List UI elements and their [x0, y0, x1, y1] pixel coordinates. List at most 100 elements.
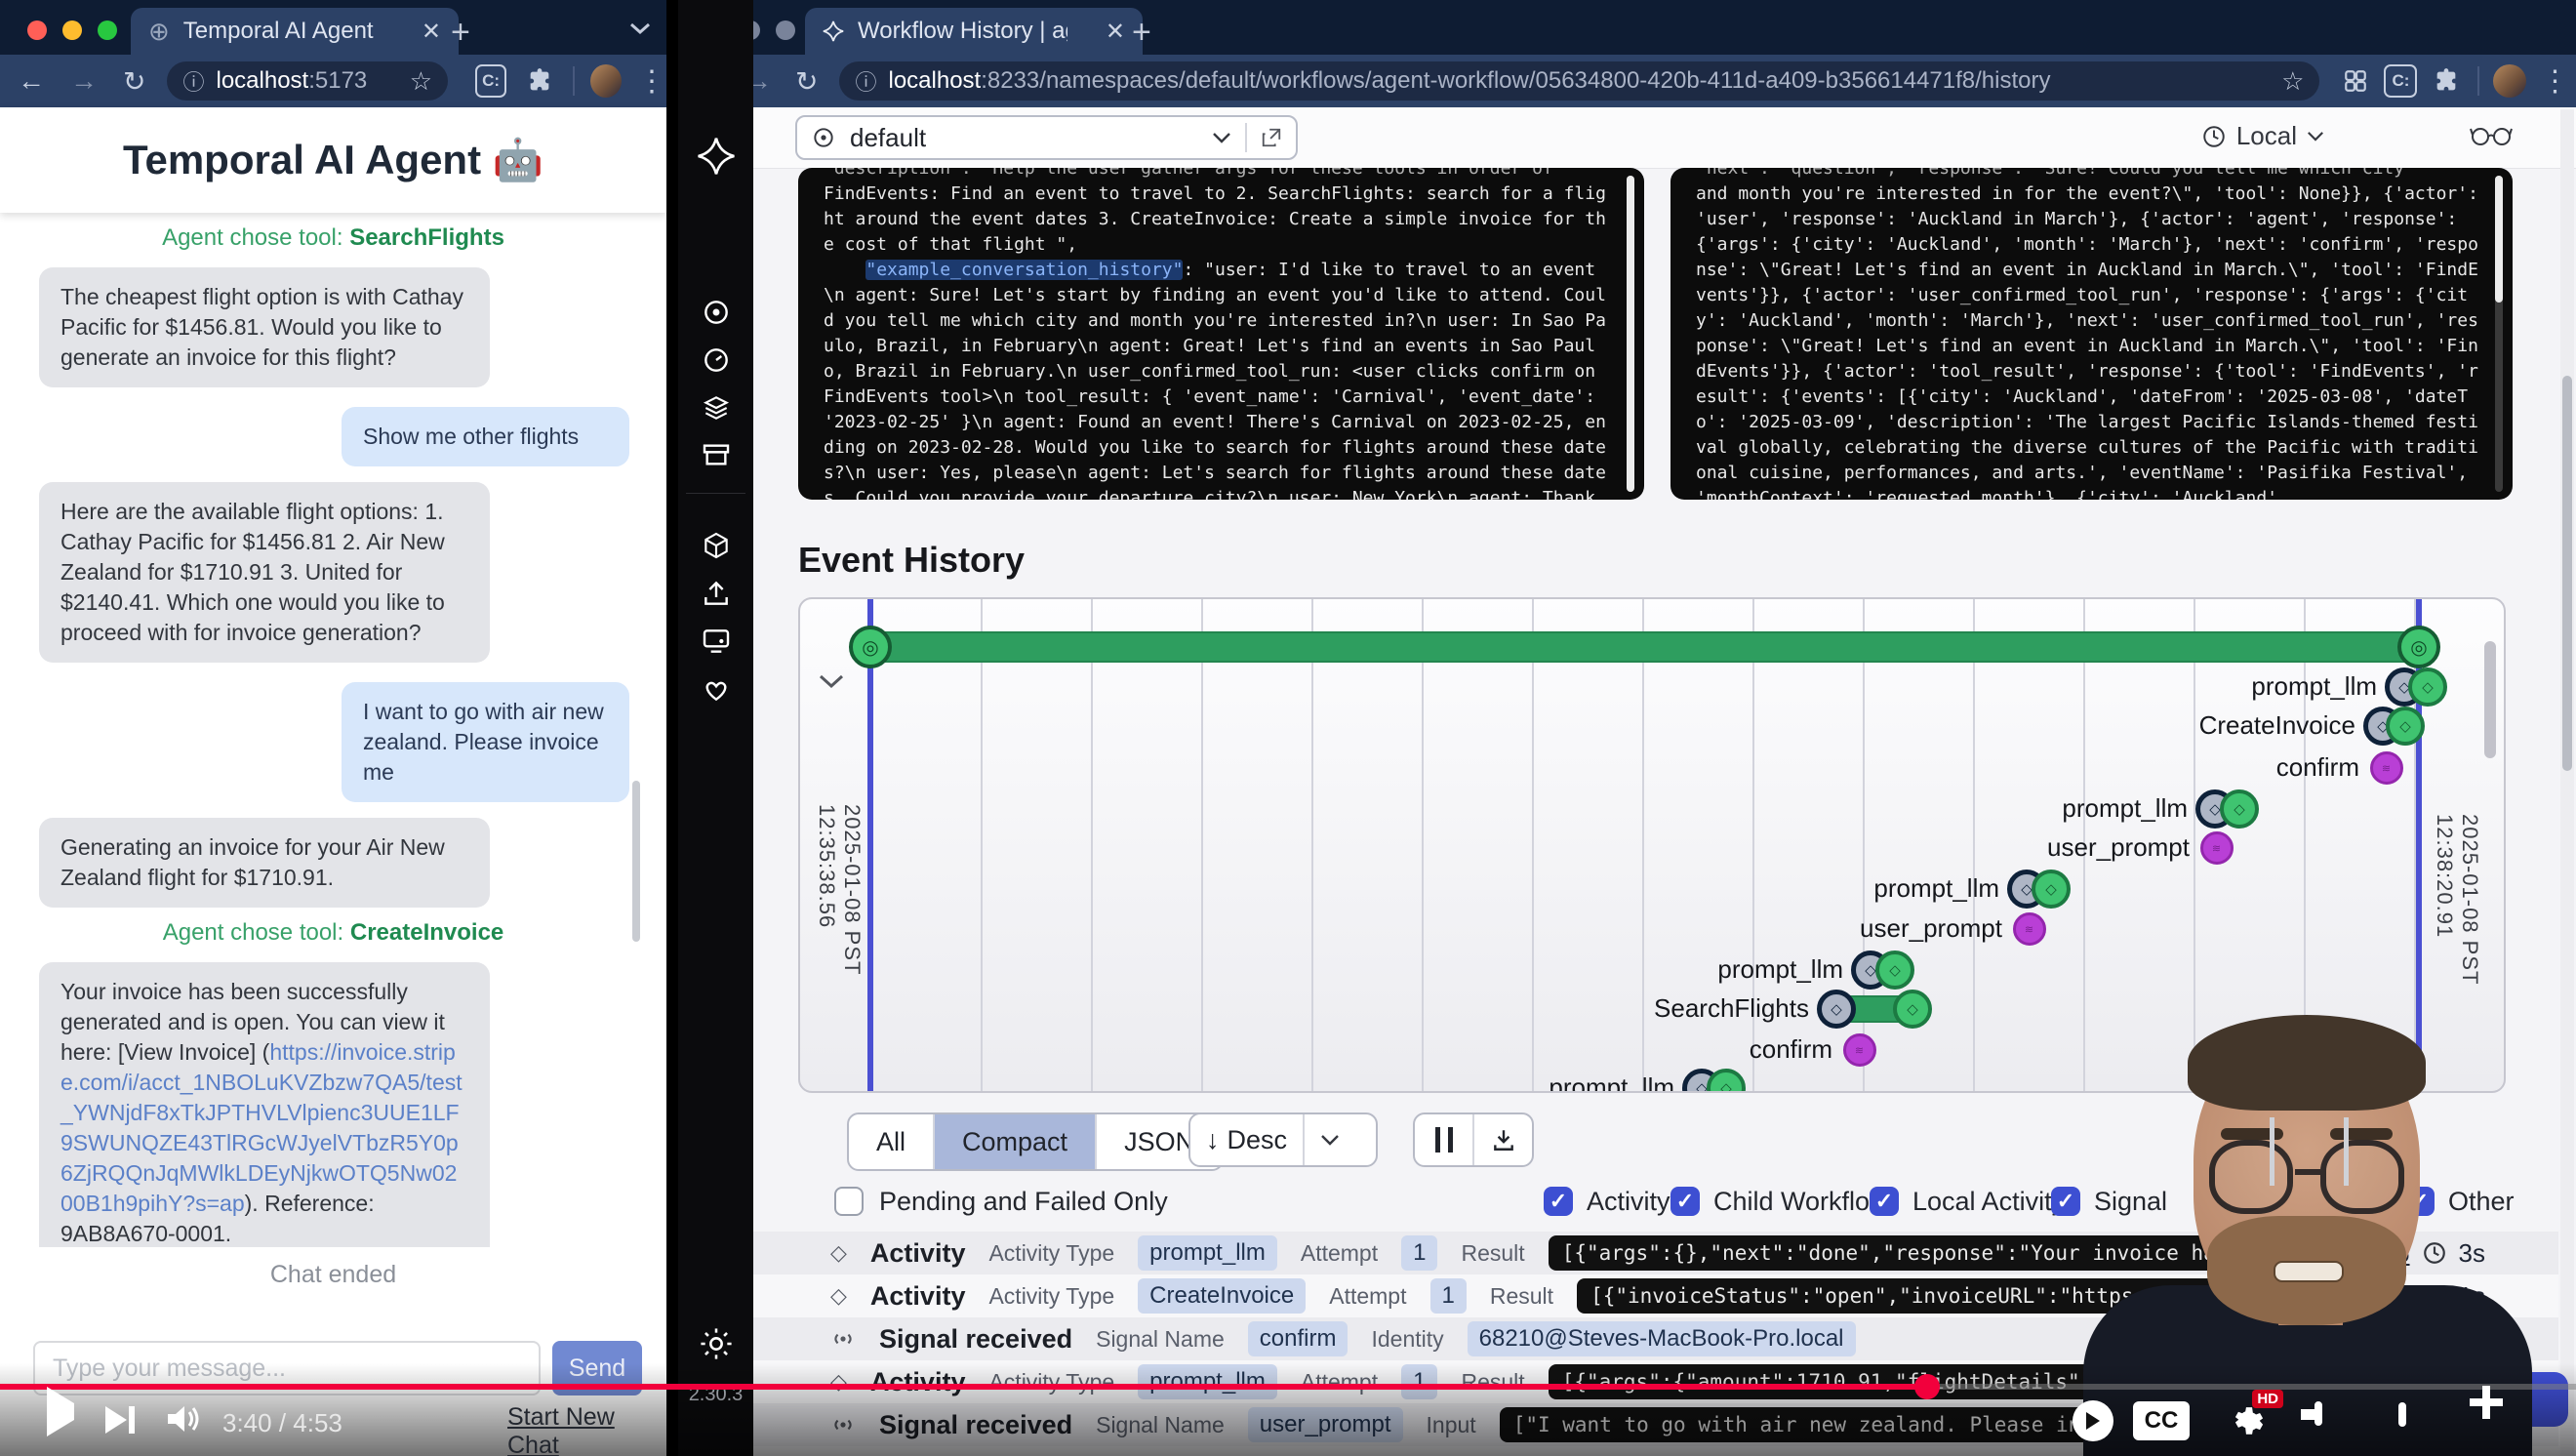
expand-row-icon[interactable]: ◇ [830, 1240, 847, 1266]
child-workflow-filter-checkbox[interactable]: ✓ [1670, 1187, 1700, 1216]
namespace-select[interactable]: default [795, 115, 1298, 160]
download-history-button[interactable] [1474, 1127, 1532, 1153]
timezone-select[interactable]: Local [2201, 121, 2324, 151]
left-tabstrip: ⊕ Temporal AI Agent ✕ + [0, 0, 666, 55]
extension-icon-c[interactable]: C: [2384, 64, 2417, 98]
activity-completed-node[interactable]: ◇ [2220, 789, 2259, 829]
view-mode-compact[interactable]: Compact [935, 1114, 1097, 1169]
forward-button[interactable]: → [70, 65, 98, 97]
workflow-input-json-panel[interactable]: "description": "Help the user gather arg… [798, 168, 1644, 500]
feedback-monitor-icon[interactable] [701, 626, 732, 657]
event-type-title: Activity [870, 1281, 966, 1312]
timeline-scrollbar[interactable] [2484, 641, 2496, 758]
code-scrollbar[interactable] [2495, 176, 2503, 492]
view-mode-all[interactable]: All [849, 1114, 935, 1169]
signal-node[interactable]: ≋ [1843, 1033, 1876, 1067]
back-button[interactable]: ← [18, 65, 45, 97]
address-bar[interactable]: ⓘ localhost:5173 ☆ [167, 61, 448, 101]
extensions-puzzle-icon[interactable] [526, 67, 553, 95]
workflow-end-node[interactable]: ◎ [2397, 626, 2440, 668]
bookmark-star-icon[interactable]: ☆ [410, 66, 432, 97]
signal-filter-checkbox[interactable]: ✓ [2051, 1187, 2080, 1216]
window-controls[interactable] [27, 20, 117, 40]
expand-row-icon[interactable]: ◇ [830, 1283, 847, 1309]
miniplayer-button[interactable] [2314, 1405, 2322, 1423]
tab-temporal-ai-agent[interactable]: ⊕ Temporal AI Agent ✕ [131, 8, 459, 55]
close-tab-icon[interactable]: ✕ [422, 18, 441, 46]
zoom-window-button[interactable] [98, 20, 117, 40]
invoice-link[interactable]: https://invoice.stripe.com/i/acct_1NBOLu… [60, 1039, 463, 1216]
stack-icon[interactable] [701, 392, 732, 424]
menu-kebab-icon[interactable]: ⋮ [2540, 64, 2569, 99]
progress-bar-played[interactable] [0, 1384, 1927, 1390]
namespace-value: default [850, 123, 926, 153]
reload-button[interactable]: ↻ [795, 65, 818, 98]
activity-completed-node[interactable]: ◇ [1875, 950, 1914, 990]
extension-icon-c[interactable]: C: [475, 64, 506, 98]
schedules-icon[interactable] [701, 344, 732, 376]
sort-order-button[interactable]: ↓ Desc [1188, 1112, 1378, 1167]
url-path: :8233/namespaces/default/workflows/agent… [981, 67, 2050, 94]
reload-button[interactable]: ↻ [123, 65, 145, 98]
code-scrollbar[interactable] [1627, 176, 1634, 492]
close-window-button[interactable] [27, 20, 47, 40]
site-info-icon[interactable]: ⓘ [182, 65, 204, 97]
local-activity-filter-checkbox[interactable]: ✓ [1870, 1187, 1899, 1216]
start-new-chat-link[interactable]: Start New Chat [507, 1403, 666, 1456]
theme-toggle-sun-icon[interactable] [700, 1327, 733, 1360]
signal-node[interactable]: ≋ [2200, 831, 2234, 865]
collapse-timeline-chevron-icon[interactable] [818, 673, 845, 689]
settings-gear-button[interactable]: HD [2227, 1401, 2266, 1440]
menu-kebab-icon[interactable]: ⋮ [637, 64, 666, 99]
activity-filter-checkbox[interactable]: ✓ [1544, 1187, 1573, 1216]
tab-title: Temporal AI Agent [183, 18, 374, 45]
workflow-start-node[interactable]: ◎ [849, 626, 892, 668]
activity-completed-node[interactable]: ◇ [2386, 707, 2425, 746]
workflows-icon[interactable] [701, 297, 732, 328]
theater-mode-button[interactable] [2398, 1406, 2406, 1424]
reading-list-icon[interactable] [2343, 68, 2368, 94]
temporal-topbar: default Local [753, 107, 2576, 169]
pending-failed-checkbox[interactable] [834, 1187, 864, 1216]
import-upload-icon[interactable] [701, 578, 732, 609]
zoom-window-button[interactable] [776, 20, 795, 40]
activity-scheduled-node[interactable]: ◇ [1817, 990, 1856, 1029]
tab-overflow-chevron-icon[interactable] [628, 21, 652, 35]
temporal-logo[interactable] [697, 137, 736, 176]
filter-label: Child Workflow [1713, 1187, 1889, 1217]
workflow-execution-bar[interactable] [870, 631, 2419, 663]
bookmark-star-icon[interactable]: ☆ [2281, 66, 2304, 97]
activity-completed-node[interactable]: ◇ [2408, 667, 2447, 707]
activity-completed-node[interactable]: ◇ [2032, 870, 2071, 909]
new-tab-button[interactable]: + [451, 14, 470, 52]
progress-playhead[interactable] [1914, 1374, 1940, 1399]
new-tab-button[interactable]: + [1132, 14, 1151, 52]
external-link-icon[interactable] [1261, 127, 1282, 148]
profile-avatar[interactable] [590, 64, 622, 98]
tab-workflow-history[interactable]: Workflow History | agent-wor ✕ [805, 8, 1143, 55]
volume-icon[interactable] [164, 1401, 203, 1436]
address-bar[interactable]: ⓘ localhost:8233/namespaces/default/work… [839, 61, 2319, 101]
profile-avatar[interactable] [2493, 64, 2526, 98]
next-video-button[interactable] [105, 1406, 135, 1434]
activity-completed-node[interactable]: ◇ [1893, 990, 1932, 1029]
signal-node[interactable]: ≋ [2013, 912, 2046, 946]
close-tab-icon[interactable]: ✕ [1106, 18, 1125, 46]
minimize-window-button[interactable] [62, 20, 82, 40]
browser-scrollbar[interactable] [2560, 109, 2574, 1456]
workflow-result-json-panel[interactable]: 'next': 'question', 'response': "Sure! C… [1670, 168, 2513, 500]
play-button[interactable] [47, 1403, 74, 1421]
chat-scrollbar[interactable] [632, 781, 640, 942]
timeline-event-label: prompt_llm [2062, 793, 2188, 824]
pause-updates-button[interactable] [1415, 1127, 1472, 1153]
signal-node[interactable]: ≋ [2370, 751, 2403, 785]
namespaces-cube-icon[interactable] [701, 530, 732, 561]
sort-options-chevron-icon[interactable] [1305, 1134, 1355, 1146]
archive-icon[interactable] [701, 439, 732, 470]
captions-button[interactable]: CC [2133, 1401, 2190, 1440]
site-info-icon[interactable]: ⓘ [855, 65, 876, 97]
signal-received-icon[interactable] [830, 1326, 856, 1352]
favorites-heart-icon[interactable] [701, 673, 732, 705]
labs-glasses-icon[interactable] [2470, 121, 2513, 148]
extensions-puzzle-icon[interactable] [2433, 67, 2460, 95]
